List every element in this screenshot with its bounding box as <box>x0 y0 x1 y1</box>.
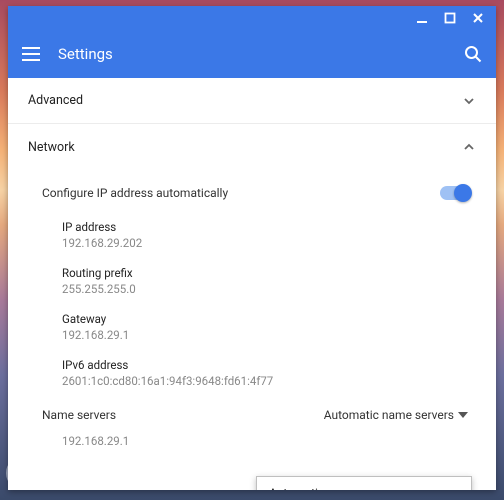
network-body: Configure IP address automatically IP ad… <box>8 170 496 456</box>
section-advanced[interactable]: Advanced <box>8 78 496 124</box>
dropdown-triangle-icon <box>458 412 468 418</box>
close-icon[interactable] <box>472 12 484 24</box>
menu-icon[interactable] <box>22 47 40 61</box>
chevron-down-icon <box>462 94 476 108</box>
section-label: Network <box>28 140 75 155</box>
settings-window: Settings Advanced Network <box>8 6 496 490</box>
app-header: Settings <box>8 30 496 78</box>
field-label: Gateway <box>62 312 470 326</box>
window-titlebar <box>8 6 496 30</box>
field-label: IP address <box>62 220 470 234</box>
field-value: 255.255.255.0 <box>62 282 470 296</box>
chevron-up-icon <box>462 140 476 154</box>
name-servers-dropdown: Automatic name servers Google name serve… <box>256 476 472 490</box>
configure-ip-toggle[interactable] <box>440 186 470 200</box>
name-servers-selected: Automatic name servers <box>324 408 454 422</box>
minimize-icon[interactable] <box>416 12 428 24</box>
field-routing-prefix: Routing prefix 255.255.255.0 <box>8 258 496 304</box>
name-servers-row: Name servers Automatic name servers <box>8 396 496 426</box>
section-label: Advanced <box>28 93 83 108</box>
field-ipv6-address: IPv6 address 2601:1c0:cd80:16a1:94f3:964… <box>8 350 496 396</box>
field-ip-address: IP address 192.168.29.202 <box>8 212 496 258</box>
search-icon[interactable] <box>464 45 482 63</box>
field-label: IPv6 address <box>62 358 470 372</box>
name-servers-value: 192.168.29.1 <box>8 426 496 456</box>
name-servers-label: Name servers <box>42 408 116 422</box>
name-servers-select[interactable]: Automatic name servers <box>324 408 470 422</box>
content-area: Advanced Network Configure IP address au… <box>8 78 496 490</box>
section-network[interactable]: Network <box>8 124 496 170</box>
maximize-icon[interactable] <box>444 12 456 24</box>
field-label: Routing prefix <box>62 266 470 280</box>
dropdown-option-automatic[interactable]: Automatic name servers <box>257 477 471 490</box>
configure-ip-label: Configure IP address automatically <box>42 186 228 200</box>
field-value: 192.168.29.202 <box>62 236 470 250</box>
page-title: Settings <box>58 45 446 63</box>
field-value: 2601:1c0:cd80:16a1:94f3:9648:fd61:4f77 <box>62 374 470 388</box>
configure-ip-row: Configure IP address automatically <box>8 176 496 212</box>
field-value: 192.168.29.1 <box>62 328 470 342</box>
field-gateway: Gateway 192.168.29.1 <box>8 304 496 350</box>
